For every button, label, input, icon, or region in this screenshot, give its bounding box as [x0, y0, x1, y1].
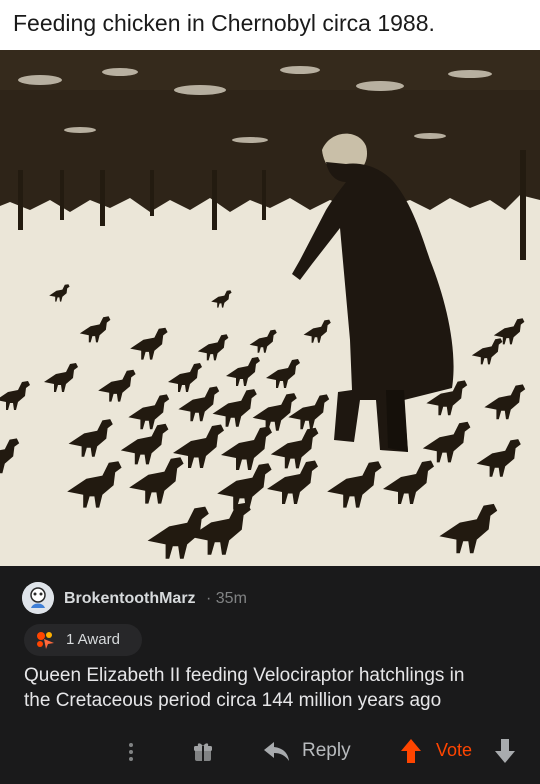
award-count: 1 Award — [66, 631, 120, 648]
comment-age: · 35m — [206, 590, 247, 607]
post-image[interactable] — [0, 50, 540, 566]
comment-panel: BrokentoothMarz · 35m 1 Award Queen Eliz… — [0, 566, 540, 784]
award-badge[interactable]: 1 Award — [24, 624, 142, 656]
reply-label: Reply — [302, 740, 351, 761]
user-avatar[interactable] — [22, 582, 54, 614]
gift-award-icon[interactable] — [192, 741, 214, 763]
vote-label: Vote — [436, 740, 473, 760]
reply-arrow-icon — [264, 742, 289, 761]
more-options-icon[interactable] — [124, 740, 138, 764]
downvote-arrow-icon[interactable] — [494, 738, 516, 764]
comment-body: Queen Elizabeth II feeding Velociraptor … — [24, 663, 524, 713]
comment-line-1: Queen Elizabeth II feeding Velociraptor … — [24, 665, 465, 686]
reply-button[interactable]: Reply — [264, 736, 364, 768]
post-title-bar: Feeding chicken in Chernobyl circa 1988. — [0, 0, 540, 50]
comment-actions: Reply Vote — [0, 732, 540, 772]
comment-line-2: the Cretaceous period circa 144 million … — [24, 690, 442, 711]
award-icon — [37, 632, 54, 649]
upvote-arrow-icon[interactable] — [400, 738, 422, 764]
post-title: Feeding chicken in Chernobyl circa 1988. — [13, 10, 435, 36]
comment-username[interactable]: BrokentoothMarz — [64, 590, 196, 608]
